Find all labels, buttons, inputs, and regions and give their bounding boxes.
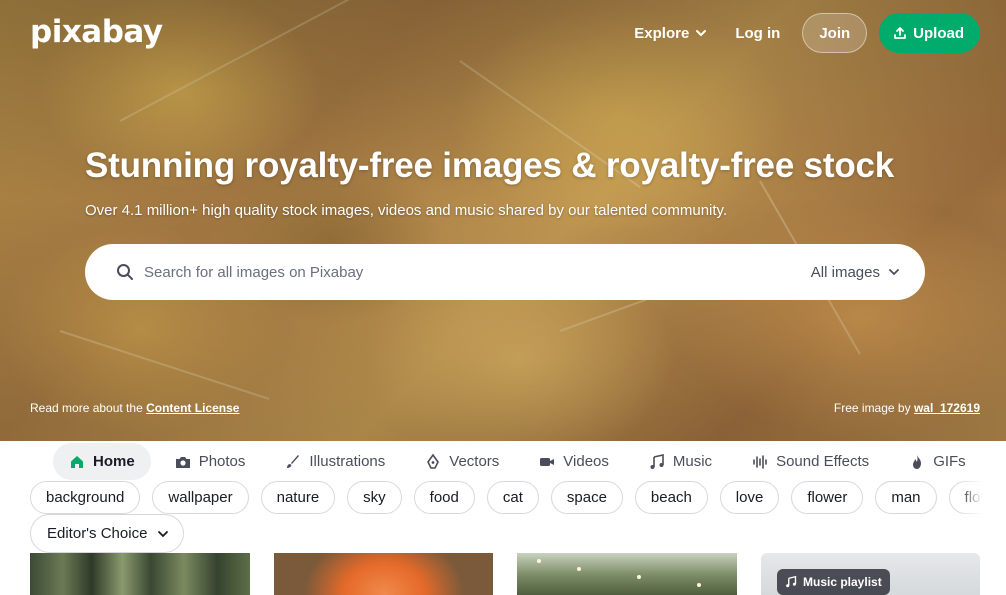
filter-label: Editor's Choice xyxy=(47,525,148,542)
credit-prefix: Free image by xyxy=(833,401,914,415)
hero-subtitle: Over 4.1 million+ high quality stock ima… xyxy=(85,202,728,219)
explore-label: Explore xyxy=(634,24,690,42)
search-input[interactable] xyxy=(144,263,744,281)
music-playlist-badge: Music playlist xyxy=(777,569,890,595)
login-link[interactable]: Log in xyxy=(735,25,780,42)
tag-chip[interactable]: sky xyxy=(347,481,402,514)
tab-label: Illustrations xyxy=(309,453,386,470)
light-bulb xyxy=(697,583,701,587)
light-bulb xyxy=(577,567,581,571)
upload-button[interactable]: Upload xyxy=(879,13,980,53)
chip-scroll-fade xyxy=(958,481,982,515)
camera-icon xyxy=(175,456,190,468)
hero-overlay xyxy=(0,0,1006,441)
tag-chip[interactable]: wallpaper xyxy=(152,481,249,514)
tag-chip[interactable]: man xyxy=(875,481,937,514)
tab-gifs[interactable]: GIFs xyxy=(893,443,982,480)
tag-chip[interactable]: background xyxy=(30,481,141,514)
flame-icon xyxy=(913,454,922,469)
chevron-down-icon xyxy=(158,530,169,537)
tab-label: Sound Effects xyxy=(776,453,870,470)
tab-home[interactable]: Home xyxy=(53,443,151,480)
credit-user-link[interactable]: wal_172619 xyxy=(914,401,980,415)
hero-title: Stunning royalty-free images & royalty-f… xyxy=(85,146,895,185)
tag-chip[interactable]: beach xyxy=(634,481,708,514)
tab-label: GIFs xyxy=(933,453,966,470)
tag-chip[interactable]: nature xyxy=(260,481,336,514)
image-thumbnail[interactable] xyxy=(274,553,493,595)
sound-wave-icon xyxy=(753,454,767,469)
tab-sound-effects[interactable]: Sound Effects xyxy=(736,443,885,480)
tab-photos[interactable]: Photos xyxy=(159,443,262,480)
image-credit: Free image by wal_172619 xyxy=(834,401,980,415)
search-scope-label: All images xyxy=(810,263,880,281)
video-camera-icon xyxy=(540,457,555,466)
image-thumbnail[interactable] xyxy=(517,553,737,595)
tag-chip[interactable]: food xyxy=(413,481,475,514)
chevron-down-icon xyxy=(889,269,899,276)
search-bar: All images xyxy=(85,244,925,300)
tag-chip[interactable]: cat xyxy=(486,481,539,514)
tab-illustrations[interactable]: Illustrations xyxy=(269,443,401,480)
pixabay-logo[interactable]: pixabay xyxy=(30,14,163,50)
tab-videos[interactable]: Videos xyxy=(523,443,625,480)
search-icon[interactable] xyxy=(116,263,134,281)
license-note: Read more about the Content License xyxy=(30,401,239,415)
brush-icon xyxy=(287,454,300,468)
music-note-icon xyxy=(650,453,664,469)
tab-label: Music xyxy=(672,453,713,470)
upload-icon xyxy=(894,27,907,39)
tab-music[interactable]: Music xyxy=(633,443,728,480)
tab-vectors[interactable]: Vectors xyxy=(409,443,515,480)
explore-menu[interactable]: Explore xyxy=(634,25,707,42)
tab-label: Photos xyxy=(198,453,246,470)
tag-chip[interactable]: space xyxy=(550,481,623,514)
chevron-down-icon xyxy=(696,30,707,37)
home-icon xyxy=(71,455,83,468)
tab-label: Videos xyxy=(563,453,609,470)
music-note-icon xyxy=(786,576,797,588)
music-playlist-label: Music playlist xyxy=(803,575,882,589)
upload-label: Upload xyxy=(913,24,964,42)
light-bulb xyxy=(637,575,641,579)
join-button[interactable]: Join xyxy=(802,13,868,53)
tag-chip-row: background wallpaper nature sky food cat… xyxy=(30,481,982,515)
license-prefix: Read more about the xyxy=(30,401,147,415)
music-playlist-thumbnail[interactable]: Music playlist xyxy=(761,553,980,595)
tag-chip[interactable]: flower xyxy=(791,481,864,514)
tab-label: Vectors xyxy=(449,453,500,470)
tab-label: Home xyxy=(93,453,135,470)
top-nav: Explore Log in Join Upload xyxy=(634,13,980,53)
search-scope-dropdown[interactable]: All images xyxy=(811,264,900,281)
content-license-link[interactable]: Content License xyxy=(146,401,239,415)
tag-chip[interactable]: love xyxy=(719,481,780,514)
category-tabs: Home Photos Illustrations Vectors Videos… xyxy=(53,443,990,480)
image-thumbnail[interactable] xyxy=(30,553,250,595)
pen-nib-icon xyxy=(427,453,440,469)
editors-choice-dropdown[interactable]: Editor's Choice xyxy=(30,514,185,553)
light-bulb xyxy=(537,559,541,563)
hero-banner: pixabay Explore Log in Join Upload Stunn… xyxy=(0,0,1006,441)
